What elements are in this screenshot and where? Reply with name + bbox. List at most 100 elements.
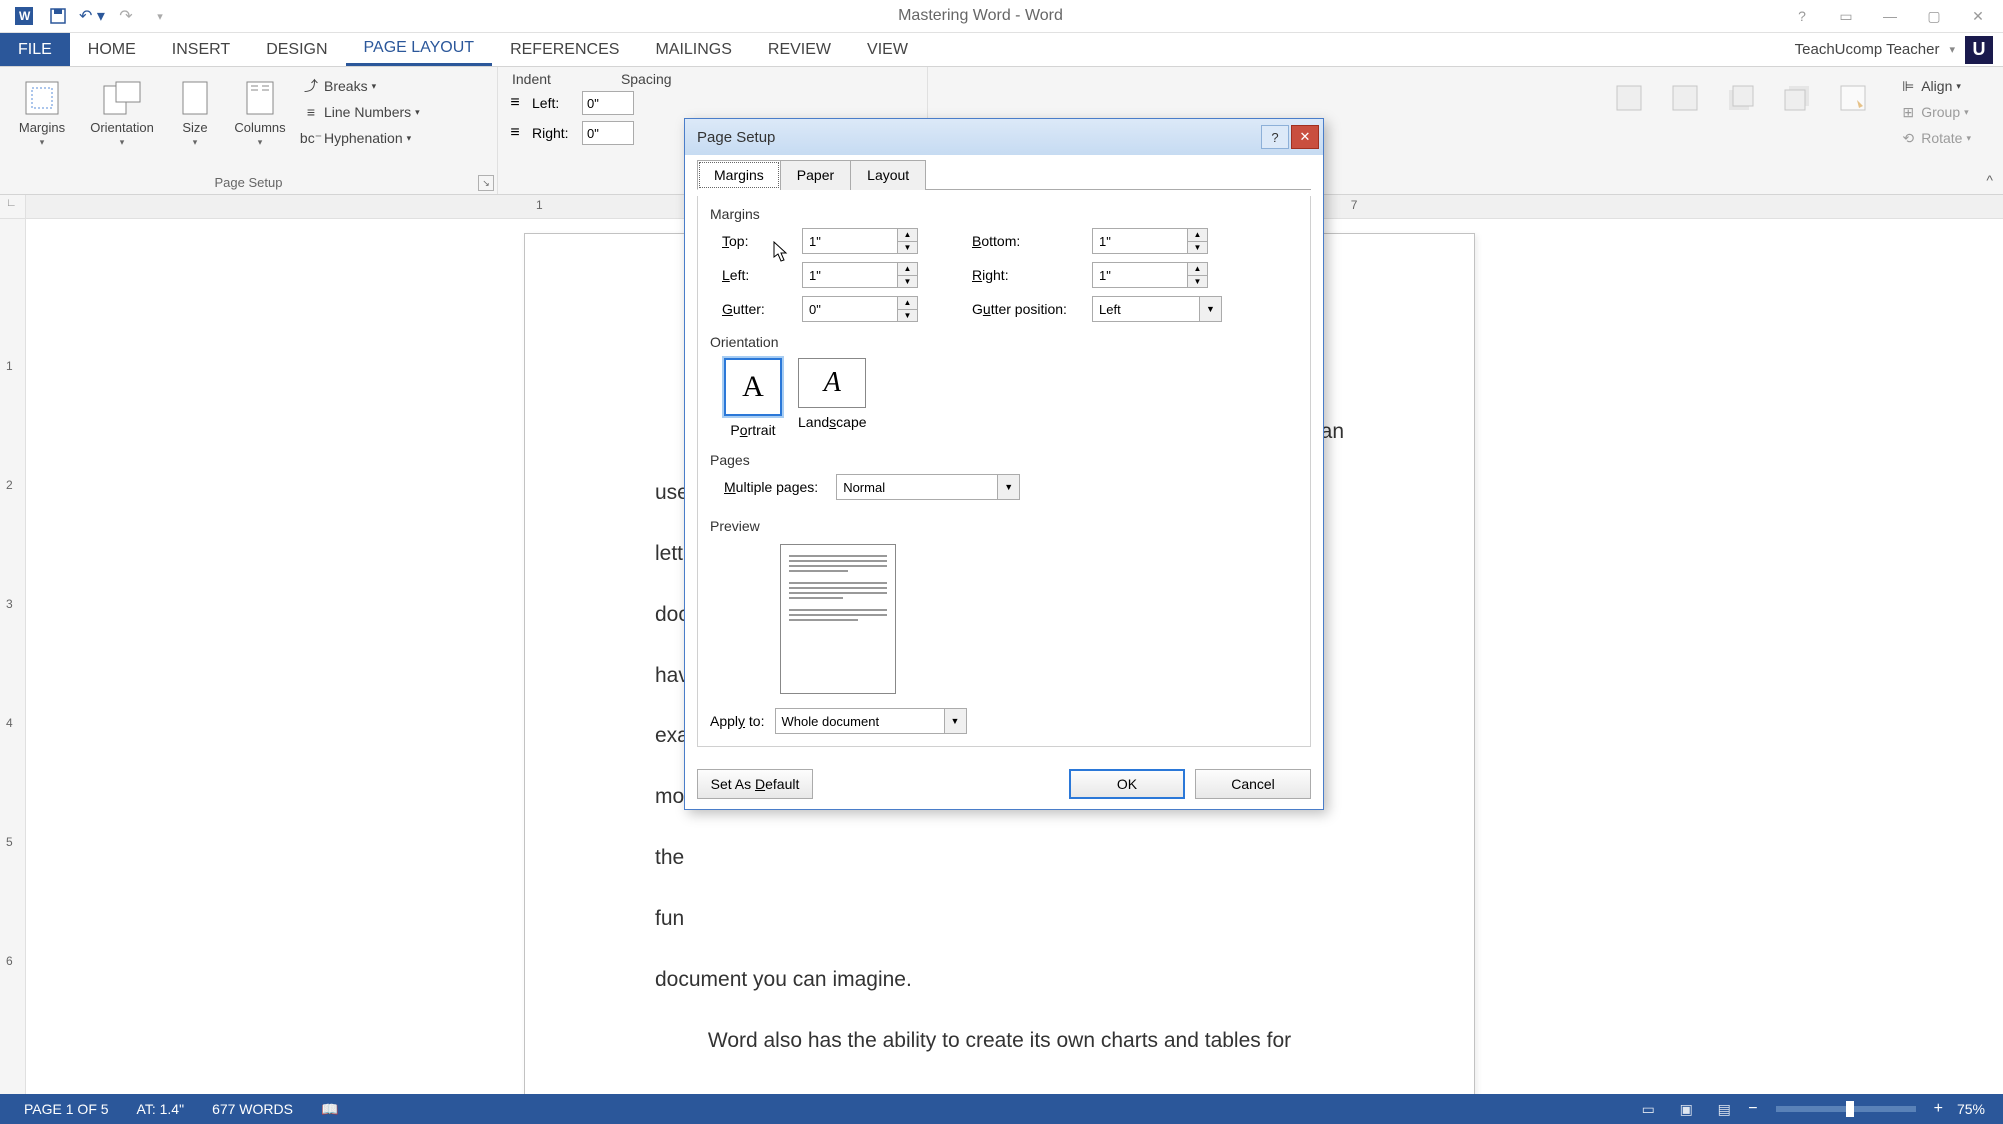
top-margin-input[interactable] [802,228,898,254]
zoom-out-button[interactable]: − [1742,1100,1763,1118]
tab-mailings[interactable]: MAILINGS [637,33,749,66]
portrait-button[interactable]: A Portrait [724,358,782,438]
collapse-ribbon-icon[interactable]: ^ [1986,172,1993,188]
page-setup-group-label: Page Setup [8,173,489,192]
portrait-icon: A [724,358,782,416]
tab-view[interactable]: VIEW [849,33,926,66]
tab-file[interactable]: FILE [0,33,70,66]
tab-page-layout[interactable]: PAGE LAYOUT [346,33,493,66]
tab-insert[interactable]: INSERT [154,33,248,66]
set-default-button[interactable]: Set As Default [697,769,813,799]
spinner-down-icon[interactable]: ▼ [1188,276,1207,288]
user-dropdown-icon[interactable]: ▾ [1949,43,1955,56]
dialog-help-icon[interactable]: ? [1261,125,1289,149]
line-numbers-button[interactable]: ≡Line Numbers ▾ [298,101,424,123]
minimize-icon[interactable]: — [1875,4,1905,28]
ruler-mark: 7 [1351,198,1358,212]
spinner-up-icon[interactable]: ▲ [898,263,917,276]
help-icon[interactable]: ? [1787,4,1817,28]
bottom-margin-spinner[interactable]: ▲▼ [1092,228,1222,254]
doc-text: the [655,828,1344,889]
apply-to-select[interactable]: Whole document▼ [775,708,967,734]
save-icon[interactable] [44,4,72,28]
dialog-close-icon[interactable]: ✕ [1291,125,1319,149]
gutter-spinner[interactable]: ▲▼ [802,296,932,322]
zoom-percent[interactable]: 75% [1949,1101,1993,1117]
landscape-icon: A [798,358,866,408]
page-setup-launcher[interactable]: ↘ [478,175,494,191]
undo-icon[interactable]: ↶ ▾ [78,4,106,28]
breaks-button[interactable]: ⤴Breaks ▾ [298,75,424,97]
size-button[interactable]: Size ▾ [168,71,222,148]
spinner-up-icon[interactable]: ▲ [898,297,917,310]
hyphenation-button[interactable]: bc⁻Hyphenation ▾ [298,127,424,149]
window-title: Mastering Word - Word [174,7,1787,25]
page-setup-dialog: Page Setup ? ✕ Margins Paper Layout Marg… [684,118,1324,810]
right-margin-spinner[interactable]: ▲▼ [1092,262,1222,288]
columns-button[interactable]: Columns ▾ [228,71,292,148]
ribbon-display-icon[interactable]: ▭ [1831,4,1861,28]
indent-right-input[interactable] [582,121,634,145]
dialog-tab-margins[interactable]: Margins [697,160,781,190]
right-margin-input[interactable] [1092,262,1188,288]
spinner-down-icon[interactable]: ▼ [898,276,917,288]
close-icon[interactable]: ✕ [1963,4,1993,28]
landscape-button[interactable]: A Landscape [798,358,867,438]
zoom-in-button[interactable]: + [1928,1100,1949,1118]
read-mode-icon[interactable]: ▭ [1630,1097,1666,1121]
spinner-down-icon[interactable]: ▼ [898,242,917,254]
maximize-icon[interactable]: ▢ [1919,4,1949,28]
web-layout-icon[interactable]: ▤ [1706,1097,1742,1121]
dialog-tab-paper[interactable]: Paper [780,160,851,190]
status-words[interactable]: 677 WORDS [198,1101,307,1117]
gutter-input[interactable] [802,296,898,322]
dialog-titlebar[interactable]: Page Setup ? ✕ [685,119,1323,155]
gutter-pos-select[interactable]: Left▼ [1092,296,1222,322]
print-layout-icon[interactable]: ▣ [1668,1097,1704,1121]
spinner-up-icon[interactable]: ▲ [898,229,917,242]
apply-to-value: Whole document [776,714,944,729]
status-bar: PAGE 1 OF 5 AT: 1.4" 677 WORDS 📖 ▭ ▣ ▤ −… [0,1094,2003,1124]
dialog-tabs: Margins Paper Layout [697,159,1311,190]
cancel-button[interactable]: Cancel [1195,769,1311,799]
spinner-up-icon[interactable]: ▲ [1188,263,1207,276]
dropdown-icon[interactable]: ▼ [1199,297,1221,321]
left-margin-spinner[interactable]: ▲▼ [802,262,932,288]
qat-customize-icon[interactable]: ▾ [146,4,174,28]
dropdown-icon[interactable]: ▼ [944,709,966,733]
spinner-up-icon[interactable]: ▲ [1188,229,1207,242]
tab-review[interactable]: REVIEW [750,33,849,66]
bring-forward-button [1717,71,1765,119]
top-margin-spinner[interactable]: ▲▼ [802,228,932,254]
rotate-button: ⟲Rotate ▾ [1895,127,1975,149]
redo-icon[interactable]: ↷ [112,4,140,28]
multipages-select[interactable]: Normal▼ [836,474,1020,500]
indent-right-icon: ≡ [506,124,524,142]
ok-button[interactable]: OK [1069,769,1185,799]
status-page[interactable]: PAGE 1 OF 5 [10,1101,123,1117]
zoom-slider[interactable] [1776,1106,1916,1112]
left-margin-input[interactable] [802,262,898,288]
spacing-label: Spacing [621,71,672,87]
status-proofing-icon[interactable]: 📖 [307,1101,352,1118]
vertical-ruler[interactable]: 1 2 3 4 5 6 [0,219,26,1094]
tab-references[interactable]: REFERENCES [492,33,637,66]
spinner-down-icon[interactable]: ▼ [898,310,917,322]
orientation-button[interactable]: Orientation ▾ [82,71,162,148]
doc-text: document you can imagine. [655,950,1344,1011]
status-at[interactable]: AT: 1.4" [123,1101,199,1117]
align-button[interactable]: ⊫Align ▾ [1895,75,1975,97]
send-backward-button [1773,71,1821,119]
indent-left-input[interactable] [582,91,634,115]
dialog-tab-layout[interactable]: Layout [850,160,926,190]
section-orientation-label: Orientation [710,334,1298,350]
spinner-down-icon[interactable]: ▼ [1188,242,1207,254]
tab-home[interactable]: HOME [70,33,154,66]
margins-button[interactable]: Margins ▾ [8,71,76,148]
bottom-margin-input[interactable] [1092,228,1188,254]
user-area[interactable]: TeachUcomp Teacher ▾ U [1795,33,2003,66]
dropdown-icon[interactable]: ▼ [997,475,1019,499]
tab-design[interactable]: DESIGN [248,33,345,66]
group-button: ⊞Group ▾ [1895,101,1975,123]
word-icon[interactable]: W [10,4,38,28]
